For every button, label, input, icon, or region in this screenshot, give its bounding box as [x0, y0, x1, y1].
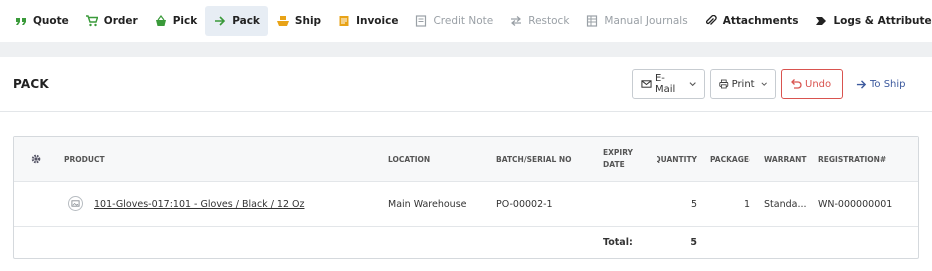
email-label: E-Mail [654, 73, 676, 95]
ship-icon [276, 14, 290, 28]
arrow-right-icon [856, 79, 867, 89]
column-settings-button[interactable] [28, 137, 44, 181]
gear-icon [31, 154, 41, 164]
tab-label: Invoice [356, 15, 399, 27]
column-header-package[interactable]: PACKAGE# [710, 137, 750, 181]
tab-pick[interactable]: Pick [146, 6, 206, 36]
print-button[interactable]: Print [710, 69, 776, 99]
tab-label: Ship [294, 15, 322, 27]
tag-icon [814, 14, 828, 28]
chevron-down-icon [761, 82, 767, 86]
envelope-icon [641, 80, 652, 88]
column-header-registration[interactable]: REGISTRATION# [818, 137, 918, 181]
tab-ship[interactable]: Ship [268, 6, 329, 36]
total-label: Total: [603, 237, 633, 248]
product-image-icon [68, 196, 83, 211]
tab-invoice[interactable]: Invoice [329, 6, 406, 36]
to-ship-button[interactable]: To Ship [856, 69, 906, 99]
cart-icon [85, 14, 99, 28]
arrow-right-icon [213, 14, 227, 28]
package-cell[interactable]: 1 [710, 182, 750, 226]
column-header-product[interactable]: PRODUCT [64, 137, 384, 181]
print-label: Print [731, 78, 755, 90]
tab-label: Quote [33, 15, 69, 27]
warranty-cell[interactable]: Standa... [764, 182, 814, 226]
restock-icon [509, 14, 523, 28]
credit-note-icon [414, 14, 428, 28]
tab-label: Logs & Attributes [833, 15, 932, 27]
table-row[interactable]: 101-Gloves-017:101 - Gloves / Black / 12… [14, 182, 918, 227]
journal-icon [585, 14, 599, 28]
column-header-batch[interactable]: BATCH/SERIAL NO [496, 137, 596, 181]
product-link[interactable]: 101-Gloves-017:101 - Gloves / Black / 12… [94, 182, 384, 226]
tab-credit-note[interactable]: Credit Note [406, 6, 501, 36]
tab-logs-attributes[interactable]: Logs & Attributes [806, 6, 932, 36]
pack-lines-table: PRODUCT LOCATION BATCH/SERIAL NO EXPIRY … [13, 136, 919, 259]
quote-icon [14, 14, 28, 28]
tab-pack[interactable]: Pack [205, 6, 268, 36]
quantity-cell[interactable]: 5 [657, 182, 697, 226]
table-header-row: PRODUCT LOCATION BATCH/SERIAL NO EXPIRY … [14, 137, 918, 182]
email-button[interactable]: E-Mail [632, 69, 705, 99]
tab-quote[interactable]: Quote [6, 6, 77, 36]
column-header-warranty[interactable]: WARRANT [764, 137, 814, 181]
tab-label: Manual Journals [604, 15, 688, 27]
divider-band [0, 42, 932, 57]
tab-order[interactable]: Order [77, 6, 146, 36]
to-ship-label: To Ship [870, 78, 906, 90]
tab-attachments[interactable]: Attachments [696, 6, 807, 36]
document-tabs: Quote Order Pick Pack Ship Invoice Credi… [0, 0, 932, 42]
column-header-location[interactable]: LOCATION [388, 137, 488, 181]
undo-button[interactable]: Undo [781, 69, 843, 99]
column-header-quantity[interactable]: QUANTITY [657, 137, 697, 181]
paperclip-icon [704, 14, 718, 28]
tab-label: Order [103, 15, 138, 27]
tab-restock[interactable]: Restock [501, 6, 577, 36]
location-cell[interactable]: Main Warehouse [388, 182, 488, 226]
table-total-row: Total: 5 [14, 227, 918, 258]
page-title: PACK [13, 77, 49, 91]
tab-manual-journals[interactable]: Manual Journals [577, 6, 695, 36]
batch-cell[interactable]: PO-00002-1 [496, 182, 596, 226]
tab-label: Pick [172, 15, 198, 27]
chevron-down-icon [689, 82, 696, 87]
expiry-cell[interactable] [603, 182, 653, 226]
registration-cell[interactable]: WN-000000001 [818, 182, 918, 226]
invoice-icon [337, 14, 351, 28]
basket-icon [154, 14, 168, 28]
total-quantity: 5 [690, 237, 697, 248]
tab-label: Pack [232, 15, 260, 27]
undo-label: Undo [805, 78, 832, 90]
tab-label: Credit Note [433, 15, 494, 27]
tab-label: Restock [528, 15, 570, 27]
column-header-expiry[interactable]: EXPIRY DATE [603, 137, 653, 181]
printer-icon [719, 79, 729, 89]
tab-label: Attachments [722, 15, 799, 27]
undo-icon [791, 79, 802, 89]
section-header: PACK E-Mail Print Undo To Ship [0, 57, 932, 112]
